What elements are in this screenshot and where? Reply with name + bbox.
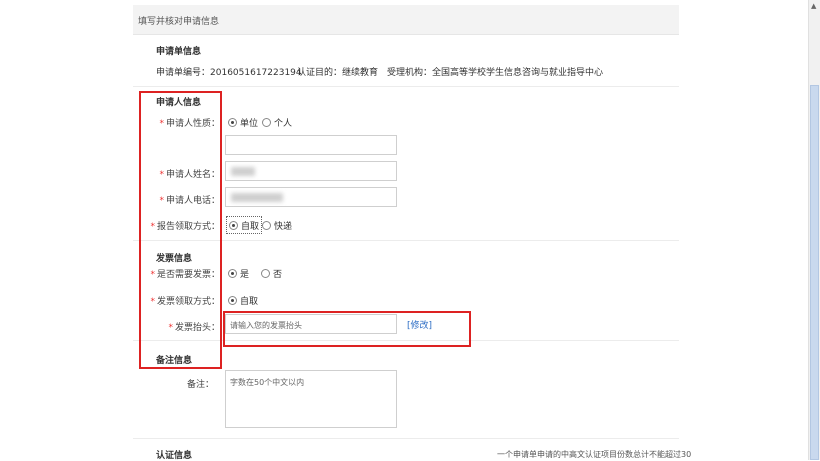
certification-section-title: 认证信息: [156, 451, 193, 461]
certification-purpose: 认证目的：继续教育: [297, 68, 379, 78]
radio-selected-icon: [228, 118, 237, 127]
report-pickup-radio-self[interactable]: 自取: [226, 216, 263, 234]
report-pickup-radio-express[interactable]: 快递: [262, 219, 292, 232]
redacted-value: [231, 193, 283, 202]
invoice-need-radio-yes[interactable]: 是: [228, 267, 249, 280]
certification-note: 一个申请单申请的中高文认证项目份数总计不能超过30: [497, 450, 692, 459]
redacted-value: [231, 167, 255, 176]
radio-selected-icon: [228, 269, 237, 278]
remarks-label: 备注：: [186, 380, 214, 390]
radio-icon: [261, 269, 270, 278]
applicant-phone-input[interactable]: [225, 187, 397, 207]
highlight-box-invoice-title: [223, 311, 471, 347]
panel-header: 填写并核对申请信息: [133, 5, 679, 35]
divider: [133, 86, 679, 87]
radio-selected-icon: [228, 296, 237, 305]
scrollbar-thumb[interactable]: [810, 85, 819, 460]
highlight-box-labels: [139, 91, 222, 369]
invoice-receive-radio-self[interactable]: 自取: [228, 294, 258, 307]
application-number: 申请单编号：2016051617223194: [156, 68, 302, 78]
application-section-title: 申请单信息: [156, 47, 202, 57]
invoice-need-radio-no[interactable]: 否: [261, 267, 282, 280]
scroll-up-icon[interactable]: ▲: [811, 2, 816, 10]
page-title: 填写并核对申请信息: [138, 17, 220, 27]
applicant-nature-radio-unit[interactable]: 单位: [228, 116, 258, 129]
radio-icon: [262, 118, 271, 127]
applicant-nature-radio-personal[interactable]: 个人: [262, 116, 292, 129]
receiving-agency: 受理机构：全国高等学校学生信息咨询与就业指导中心: [387, 68, 604, 78]
radio-selected-icon: [229, 221, 238, 230]
radio-icon: [262, 221, 271, 230]
applicant-name-input[interactable]: [225, 161, 397, 181]
applicant-unit-input[interactable]: [225, 135, 397, 155]
remarks-textarea[interactable]: 字数在50个中文以内: [225, 370, 397, 428]
divider: [133, 438, 679, 439]
